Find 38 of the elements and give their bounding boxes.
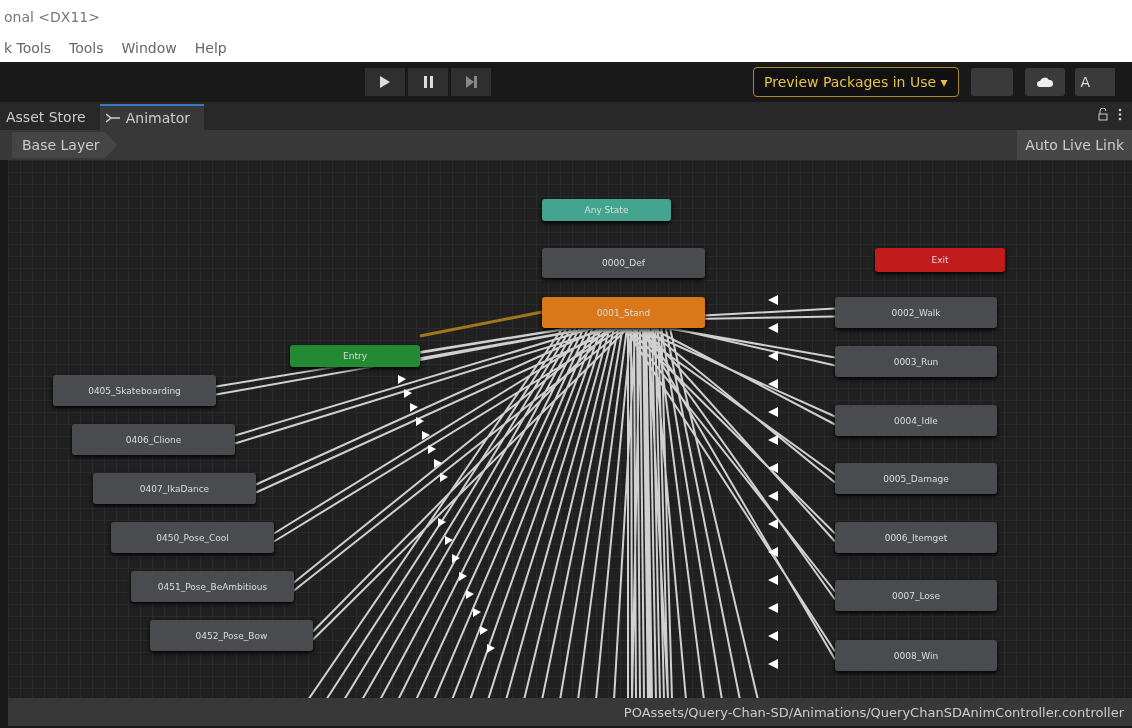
cloud-icon: [1036, 77, 1053, 87]
step-button[interactable]: [451, 68, 491, 96]
state-node[interactable]: 0003_Run: [835, 346, 997, 377]
editor-tab[interactable]: Asset Store: [0, 104, 100, 130]
play-icon: [380, 76, 390, 88]
auto-live-link-button[interactable]: Auto Live Link: [1017, 130, 1132, 160]
cloud-button[interactable]: [1024, 68, 1065, 96]
state-node[interactable]: 0406_Clione: [72, 424, 235, 455]
state-node[interactable]: 0452_Pose_Bow: [150, 620, 313, 651]
state-node[interactable]: 0450_Pose_Cool: [111, 522, 274, 553]
pause-button[interactable]: [408, 68, 448, 96]
window-title: onal <DX11>: [4, 9, 100, 25]
state-node[interactable]: 0451_Pose_BeAmbitious: [131, 571, 294, 602]
state-node[interactable]: 0006_Itemget: [835, 522, 997, 553]
pause-icon: [423, 76, 433, 88]
menu-item[interactable]: Tools: [69, 40, 104, 56]
play-button[interactable]: [365, 68, 405, 96]
exit-node[interactable]: Exit: [875, 248, 1005, 272]
asset-path: POAssets/Query-Chan-SD/Animations/QueryChanSDAnimController.controller: [623, 704, 1124, 720]
state-node[interactable]: 0008_Win: [835, 640, 997, 671]
more-options-icon[interactable]: [1118, 108, 1122, 121]
state-node[interactable]: 0405_Skateboarding: [53, 375, 216, 406]
preview-packages-button[interactable]: Preview Packages in Use ▾: [753, 67, 959, 97]
state-node[interactable]: 0002_Walk: [835, 297, 997, 328]
animator-icon: [105, 113, 120, 123]
state-node[interactable]: 0005_Damage: [835, 463, 997, 494]
step-icon: [465, 76, 477, 88]
menu-item[interactable]: k Tools: [4, 40, 52, 56]
lock-icon[interactable]: [1098, 108, 1108, 121]
menu-item[interactable]: Help: [194, 40, 227, 56]
state-node[interactable]: 0000_Def: [542, 248, 705, 278]
menu-item[interactable]: Window: [121, 40, 177, 56]
state-node[interactable]: 0007_Lose: [835, 580, 997, 611]
layer-breadcrumb[interactable]: Base Layer: [12, 132, 118, 158]
state-node[interactable]: 0004_Idle: [835, 405, 997, 436]
editor-tab[interactable]: Animator: [99, 104, 205, 130]
account-button[interactable]: A: [1074, 68, 1115, 96]
state-node[interactable]: 0407_IkaDance: [93, 473, 256, 504]
